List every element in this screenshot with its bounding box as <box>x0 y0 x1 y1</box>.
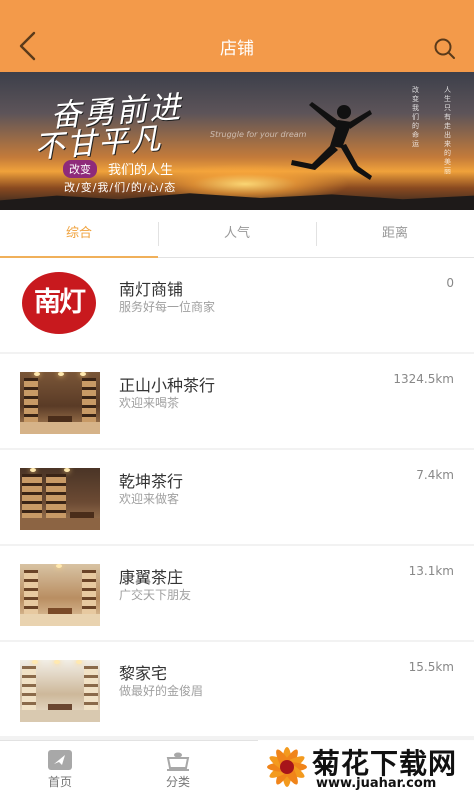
shop-name: 乾坤茶行 <box>119 472 184 491</box>
search-icon[interactable] <box>432 36 458 62</box>
shop-distance: 7.4km <box>416 468 454 482</box>
shop-description: 欢迎来喝茶 <box>119 396 180 410</box>
page-title: 店铺 <box>220 39 254 59</box>
shop-distance: 0 <box>446 276 454 290</box>
shop-photo <box>20 660 100 722</box>
shop-description: 广交天下朋友 <box>119 588 192 602</box>
shop-photo <box>20 372 100 434</box>
shop-distance: 13.1km <box>408 564 454 578</box>
watermark-url: www.juahar.com <box>316 776 437 791</box>
category-icon <box>166 752 190 771</box>
shop-description: 服务好每一位商家 <box>119 300 216 314</box>
nav-item-category[interactable]: 分类 <box>118 741 238 794</box>
list-item[interactable]: 乾坤茶行 欢迎来做客 7.4km <box>0 450 474 544</box>
shop-name: 南灯商铺 <box>119 280 184 299</box>
nav-label-category: 分类 <box>165 775 190 789</box>
list-item[interactable]: 康翼茶庄 广交天下朋友 13.1km <box>0 546 474 640</box>
banner-vertical-text-right: 人生只有走出来的美丽 <box>444 86 451 175</box>
shop-logo: 南灯 <box>22 272 96 334</box>
shop-description: 做最好的金俊眉 <box>119 684 204 698</box>
list-item[interactable]: 黎家宅 做最好的金俊眉 15.5km <box>0 642 474 736</box>
nav-item-home[interactable]: 首页 <box>0 741 120 794</box>
banner-pill-text: 我们的人生 <box>108 163 174 178</box>
promo-banner[interactable]: 奋勇前进 不甘平凡 Struggle for your dream 改变 我们的… <box>0 72 474 210</box>
shop-distance: 1324.5km <box>393 372 454 386</box>
shop-name: 黎家宅 <box>119 664 168 683</box>
shop-photo <box>20 468 100 530</box>
app-header: 店铺 <box>0 0 474 72</box>
shop-distance: 15.5km <box>408 660 454 674</box>
tab-popularity[interactable]: 人气 <box>158 210 316 257</box>
shop-description: 欢迎来做客 <box>119 492 180 506</box>
sort-tabs: 综合 人气 距离 <box>0 210 474 258</box>
nav-label-home: 首页 <box>47 775 72 789</box>
banner-subline: 改/变/我/们/的/心/态 <box>64 181 177 194</box>
site-watermark: 菊花下载网 www.juahar.com <box>258 740 474 794</box>
shop-name: 正山小种茶行 <box>119 376 216 395</box>
tab-distance[interactable]: 距离 <box>316 210 474 257</box>
jumping-person-silhouette <box>291 102 372 180</box>
shop-name: 康翼茶庄 <box>119 568 184 587</box>
tab-comprehensive[interactable]: 综合 <box>0 210 158 258</box>
list-item[interactable]: 正山小种茶行 欢迎来喝茶 1324.5km <box>0 354 474 448</box>
banner-vertical-text-left: 改变我们的命运 <box>412 86 419 148</box>
chrysanthemum-icon <box>267 747 307 787</box>
list-item[interactable]: 南灯 南灯商铺 服务好每一位商家 0 <box>0 258 474 352</box>
shop-photo <box>20 564 100 626</box>
banner-pill: 改变 <box>63 160 97 178</box>
home-icon <box>48 750 72 770</box>
